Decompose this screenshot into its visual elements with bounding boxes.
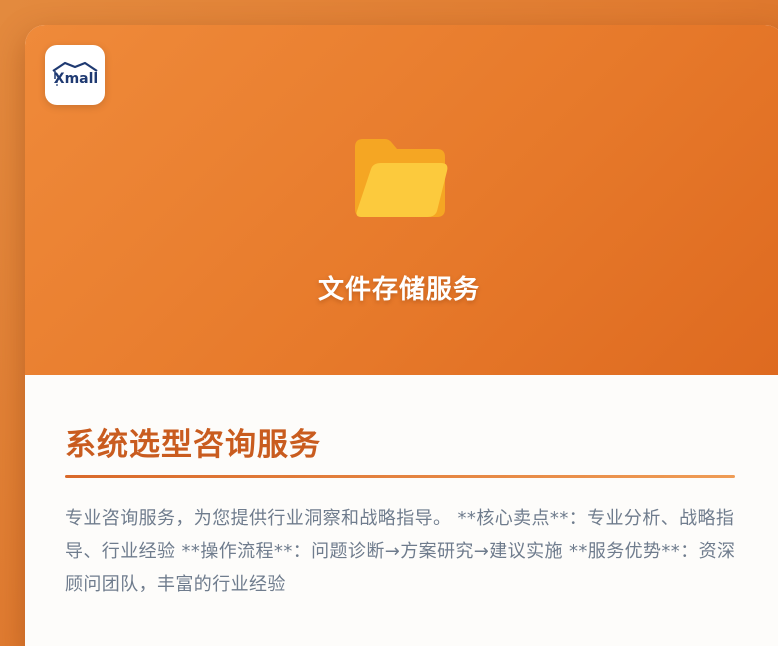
hero-title: 文件存储服务 (317, 275, 480, 305)
card-content: 系统选型咨询服务 专业咨询服务，为您提供行业洞察和战略指导。 **核心卖点**：… (25, 375, 778, 646)
xmall-logo[interactable]: Xmall (45, 45, 105, 105)
folder-icon (351, 137, 449, 223)
service-title: 系统选型咨询服务 (65, 427, 321, 463)
card-hero: Xmall 文件存储服务 (25, 25, 778, 375)
service-description: 专业咨询服务，为您提供行业洞察和战略指导。 **核心卖点**：专业分析、战略指导… (65, 508, 736, 595)
service-card[interactable]: Xmall 文件存储服务 系统选型咨询服务 专业咨询服务，为您提供行业洞察和战略… (25, 25, 778, 646)
xmall-logo-icon: Xmall (52, 61, 98, 87)
title-divider (65, 475, 735, 478)
xmall-logo-text: Xmall (54, 71, 98, 87)
